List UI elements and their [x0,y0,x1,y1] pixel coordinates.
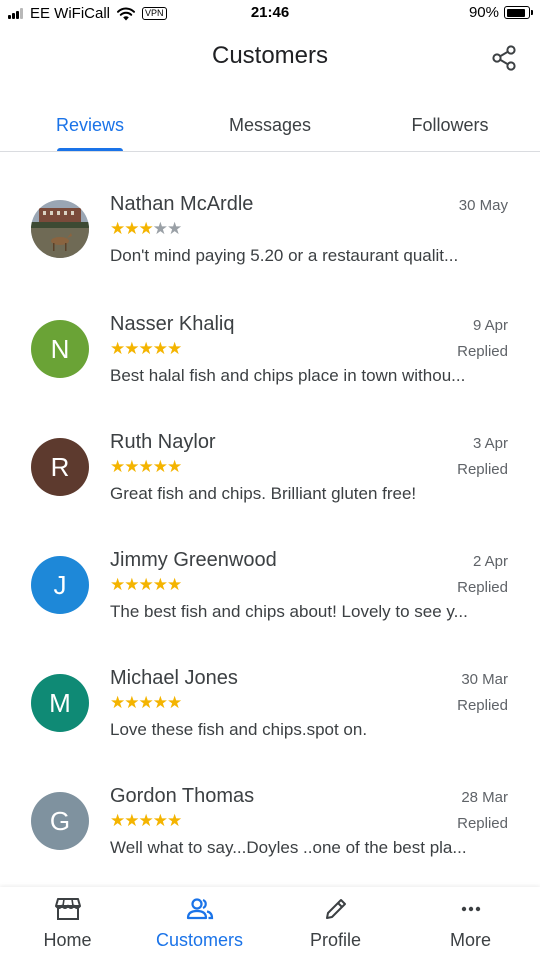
tab-bar: Reviews Messages Followers [0,100,540,152]
review-item[interactable]: Nathan McArdle 30 May ★★★★★ Don't mind p… [0,153,540,273]
star-rating: ★★★★★ [110,811,182,831]
star-filled-icon: ★ [110,219,125,238]
star-filled-icon: ★ [124,339,139,358]
tab-reviews[interactable]: Reviews [0,115,180,136]
review-date: 30 Mar [461,671,508,688]
review-date: 28 Mar [461,789,508,806]
avatar: J [31,556,89,614]
share-icon[interactable] [490,44,518,72]
star-filled-icon: ★ [167,457,182,476]
replied-status: Replied [457,579,508,596]
star-filled-icon: ★ [138,219,154,238]
nav-more-label: More [449,930,491,950]
page-title: Customers [211,42,329,69]
replied-status: Replied [457,461,508,478]
review-snippet: Love these fish and chips.spot on. [110,720,368,739]
star-filled-icon: ★ [167,693,182,712]
star-filled-icon: ★ [152,693,168,712]
star-filled-icon: ★ [110,339,125,358]
more-horizontal-icon [461,906,480,912]
star-filled-icon: ★ [110,811,125,830]
nav-home-label: Home [43,930,92,950]
star-filled-icon: ★ [167,339,182,358]
star-rating: ★★★★★ [110,693,182,713]
review-snippet: The best fish and chips about! Lovely to… [110,602,468,621]
tab-followers[interactable]: Followers [360,115,540,136]
star-filled-icon: ★ [124,219,139,238]
review-date: 3 Apr [472,435,508,452]
nav-profile-label: Profile [309,930,362,950]
reviewer-name: Michael Jones [110,667,238,689]
battery-icon [504,6,533,19]
star-filled-icon: ★ [167,575,182,594]
nav-profile[interactable]: Profile [268,887,403,960]
replied-status: Replied [457,697,508,714]
avatar: G [31,792,89,850]
star-filled-icon: ★ [152,457,168,476]
star-filled-icon: ★ [124,811,139,830]
avatar [31,200,89,258]
review-item[interactable]: M Michael Jones 30 Mar ★★★★★ Replied Lov… [0,627,540,745]
star-filled-icon: ★ [110,457,125,476]
pencil-icon [325,899,346,919]
nav-customers[interactable]: Customers [132,887,267,960]
review-snippet: Best halal fish and chips place in town … [110,366,466,385]
nav-customers-label: Customers [155,930,244,950]
avatar: N [31,320,89,378]
star-filled-icon: ★ [138,693,154,712]
reviewer-name: Nasser Khaliq [110,313,235,335]
app-header: Customers [0,28,540,90]
star-filled-icon: ★ [124,457,139,476]
star-rating: ★★★★★ [110,219,182,239]
star-rating: ★★★★★ [110,575,182,595]
review-item[interactable]: R Ruth Naylor 3 Apr ★★★★★ Replied Great … [0,391,540,509]
star-filled-icon: ★ [110,693,125,712]
star-rating: ★★★★★ [110,339,182,359]
reviewer-name: Gordon Thomas [110,785,255,807]
reviewer-name: Nathan McArdle [110,193,254,215]
star-filled-icon: ★ [138,811,154,830]
reviewer-name: Jimmy Greenwood [110,549,277,571]
star-rating: ★★★★★ [110,457,182,477]
star-filled-icon: ★ [110,575,125,594]
review-snippet: Great fish and chips. Brilliant gluten f… [110,484,417,503]
star-filled-icon: ★ [152,811,168,830]
avatar-photo-icon [31,200,89,258]
star-filled-icon: ★ [152,575,168,594]
replied-status: Replied [457,343,508,360]
avatar: R [31,438,89,496]
replied-status: Replied [457,815,508,832]
review-snippet: Well what to say...Doyles ..one of the b… [110,838,467,857]
review-date: 30 May [458,197,508,214]
nav-home[interactable]: Home [0,887,135,960]
bottom-navigation: Home Customers Profile More [0,887,540,960]
review-item[interactable]: N Nasser Khaliq 9 Apr ★★★★★ Replied Best… [0,273,540,391]
review-date: 9 Apr [472,317,508,334]
status-time: 21:46 [250,4,290,21]
review-snippet: Don't mind paying 5.20 or a restaurant q… [110,246,459,265]
star-filled-icon: ★ [138,339,154,358]
status-right: 90% [468,4,533,21]
storefront-icon [54,898,81,920]
nav-more[interactable]: More [403,887,538,960]
star-empty-icon: ★ [167,219,182,238]
review-item[interactable]: G Gordon Thomas 28 Mar ★★★★★ Replied Wel… [0,745,540,863]
star-filled-icon: ★ [152,339,168,358]
people-icon [186,898,213,920]
star-filled-icon: ★ [138,575,154,594]
reviewer-name: Ruth Naylor [110,431,216,453]
active-tab-indicator [57,148,123,151]
star-filled-icon: ★ [124,693,139,712]
avatar: M [31,674,89,732]
tab-messages[interactable]: Messages [180,115,360,136]
review-date: 2 Apr [472,553,508,570]
review-item[interactable]: J Jimmy Greenwood 2 Apr ★★★★★ Replied Th… [0,509,540,627]
review-list: Nathan McArdle 30 May ★★★★★ Don't mind p… [0,153,540,863]
star-empty-icon: ★ [152,219,168,238]
battery-percent: 90% [468,4,499,21]
star-filled-icon: ★ [138,457,154,476]
star-filled-icon: ★ [167,811,182,830]
star-filled-icon: ★ [124,575,139,594]
status-bar: EE WiFiCall VPN 21:46 90% [0,0,540,28]
